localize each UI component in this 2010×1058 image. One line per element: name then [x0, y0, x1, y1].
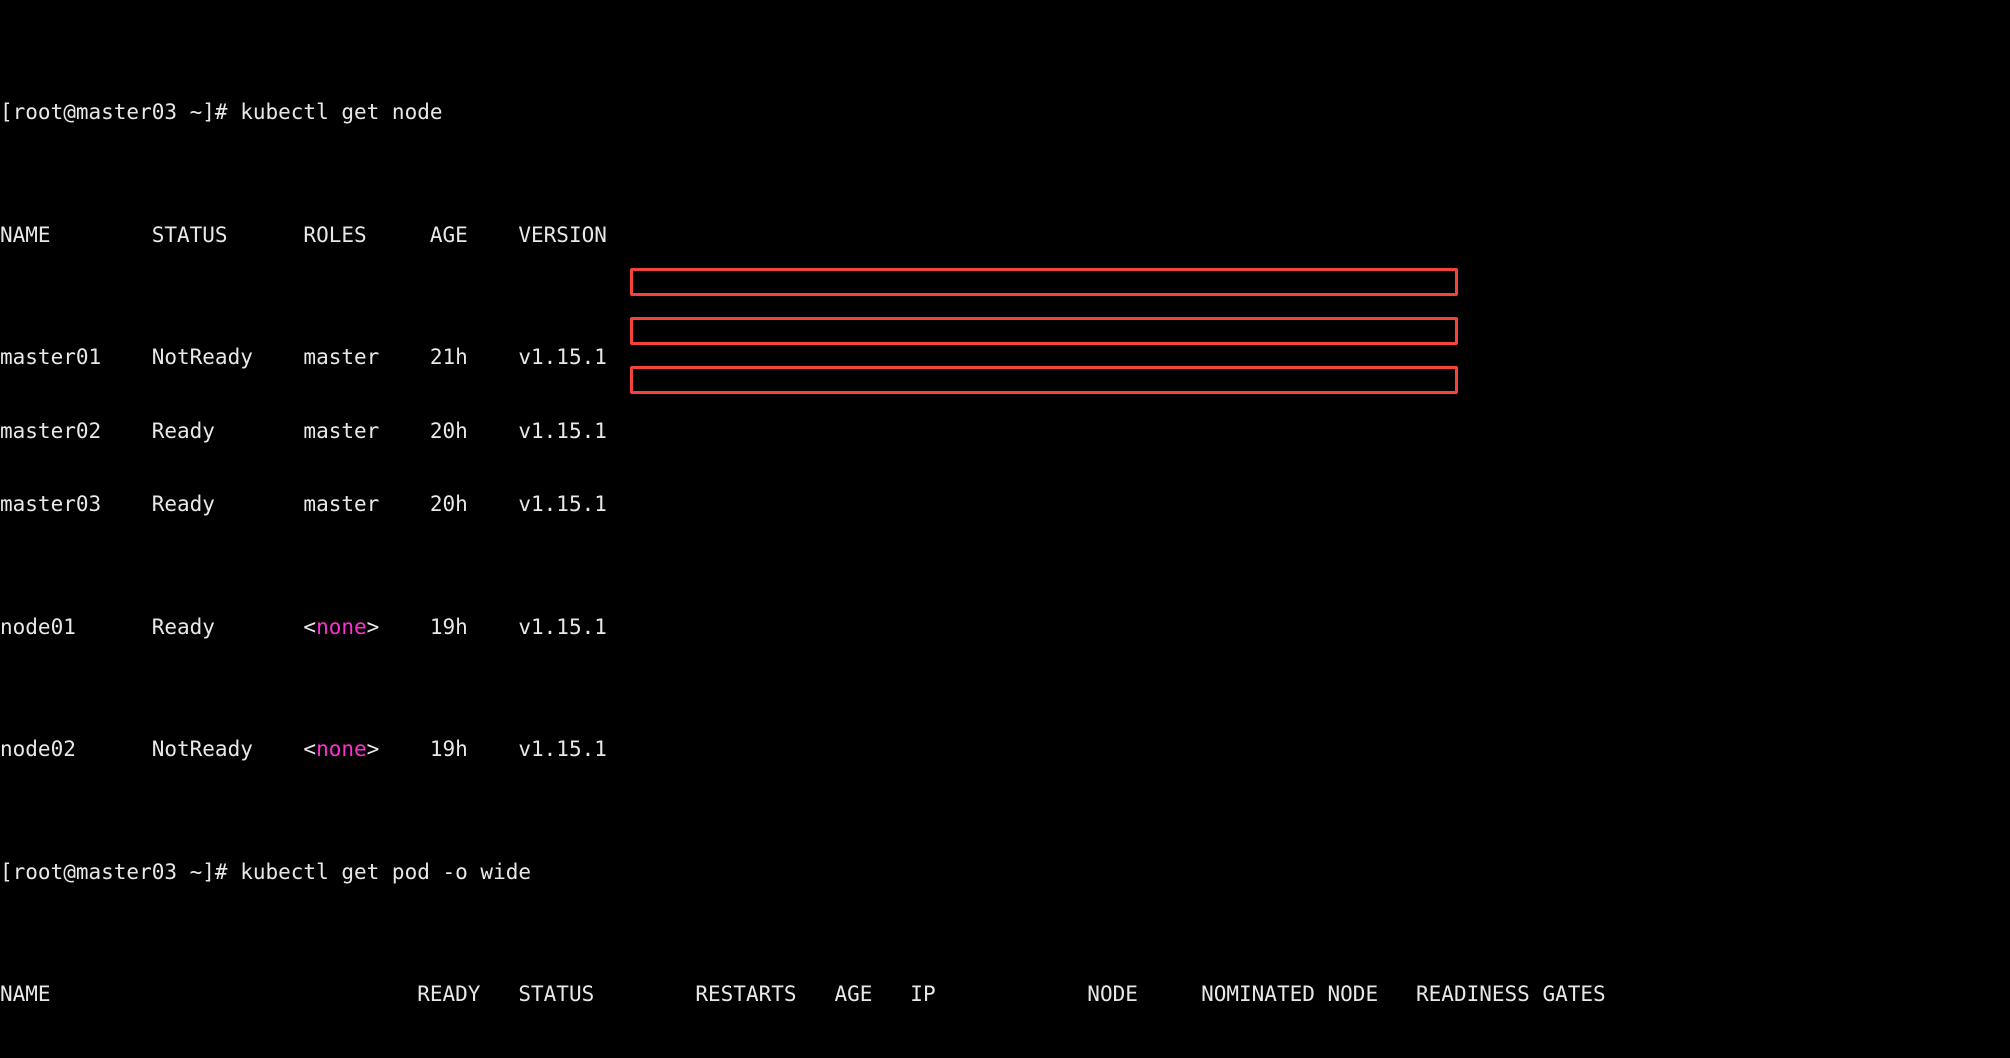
- node-row-master03: master03 Ready master 20h v1.15.1: [0, 492, 607, 516]
- prompt-text: [root@master03 ~]# kubectl get pod -o wi…: [0, 859, 532, 884]
- table-row: node01 Ready <none> 19h v1.15.1: [0, 615, 2010, 640]
- table-row: master03 Ready master 20h v1.15.1: [0, 492, 2010, 517]
- terminal-window[interactable]: [root@master03 ~]# kubectl get node NAME…: [0, 0, 2010, 1006]
- prompt-text: [root@master03 ~]# kubectl get node: [0, 100, 443, 124]
- node-row-node01-suffix: > 19h v1.15.1: [366, 614, 607, 639]
- terminal-screen: [root@master03 ~]# kubectl get node NAME…: [0, 2, 2010, 1058]
- table-row: node02 NotReady <none> 19h v1.15.1: [0, 737, 2010, 762]
- table-row: master01 NotReady master 21h v1.15.1: [0, 345, 2010, 370]
- node-table-header: NAME STATUS ROLES AGE VERSION: [0, 223, 2010, 248]
- node-row-node02-prefix: node02 NotReady <: [0, 737, 317, 761]
- pod-header-text: NAME READY STATUS RESTARTS AGE IP NODE N…: [0, 982, 1606, 1006]
- table-row: master02 Ready master 20h v1.15.1: [0, 419, 2010, 444]
- none-value: none: [316, 614, 367, 639]
- node-row-node02-suffix: > 19h v1.15.1: [366, 737, 607, 761]
- command-line-get-node: [root@master03 ~]# kubectl get node: [0, 100, 2010, 125]
- command-line-get-pod: [root@master03 ~]# kubectl get pod -o wi…: [0, 860, 2010, 885]
- node-row-node01-prefix: node01 Ready <: [0, 614, 317, 639]
- node-row-master02: master02 Ready master 20h v1.15.1: [0, 418, 607, 443]
- none-value: none: [316, 737, 367, 761]
- node-row-master01: master01 NotReady master 21h v1.15.1: [0, 345, 607, 369]
- pod-table-header: NAME READY STATUS RESTARTS AGE IP NODE N…: [0, 982, 2010, 1007]
- node-header-text: NAME STATUS ROLES AGE VERSION: [0, 222, 607, 247]
